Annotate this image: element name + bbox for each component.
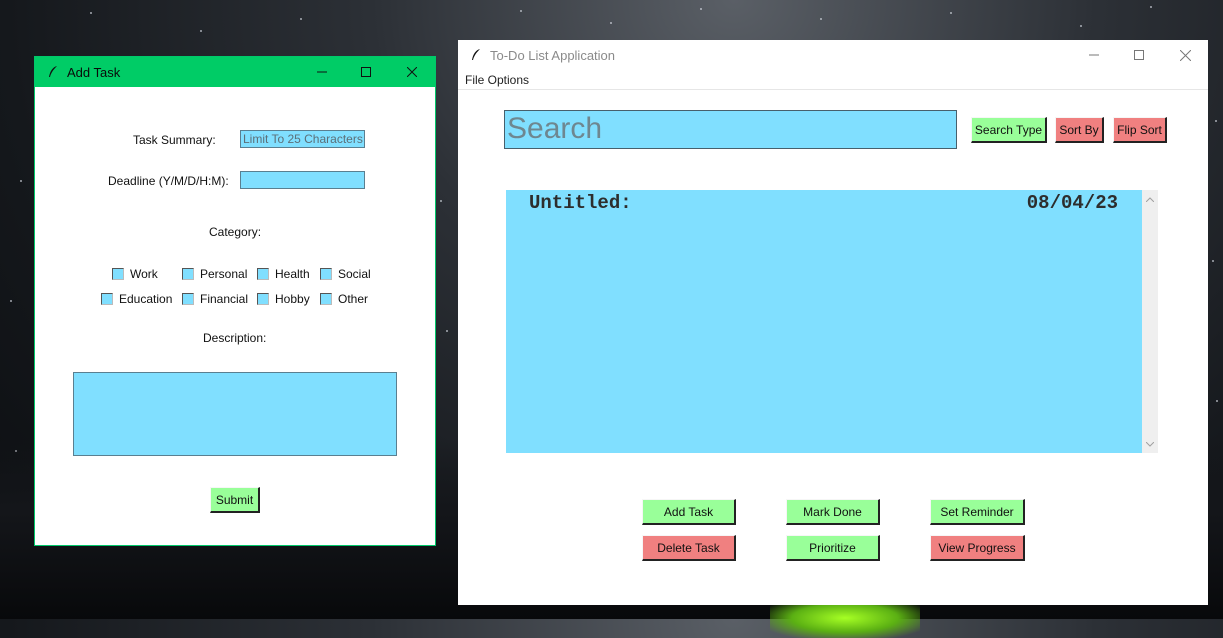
scroll-up-icon [1146, 196, 1154, 202]
task-name: Untitled: [529, 192, 632, 214]
submit-button[interactable]: Submit [210, 487, 260, 513]
task-summary-label: Task Summary: [133, 133, 216, 147]
description-textarea[interactable] [73, 372, 397, 456]
add-task-button[interactable]: Add Task [642, 499, 736, 525]
main-titlebar[interactable]: To-Do List Application [458, 40, 1208, 70]
minimize-button[interactable] [1071, 40, 1117, 70]
task-list-scrollbar[interactable] [1142, 190, 1158, 453]
close-button[interactable] [1162, 40, 1208, 70]
category-checkbox-personal[interactable]: Personal [182, 267, 247, 281]
add-task-titlebar[interactable]: Add Task [35, 57, 435, 87]
category-label: Category: [209, 225, 262, 239]
task-summary-input[interactable]: Limit To 25 Characters [240, 130, 365, 148]
scroll-down-icon [1146, 441, 1154, 447]
category-checkbox-other[interactable]: Other [320, 292, 368, 306]
feather-icon [49, 66, 57, 77]
category-checkbox-health[interactable]: Health [257, 267, 310, 281]
task-date: 08/04/23 [1026, 192, 1118, 214]
close-icon [1179, 49, 1191, 61]
scroll-down-button[interactable] [1142, 437, 1158, 451]
category-checkbox-social[interactable]: Social [320, 267, 371, 281]
minimize-button[interactable] [299, 57, 345, 87]
add-task-title: Add Task [67, 64, 121, 80]
maximize-button[interactable] [343, 57, 389, 87]
minimize-icon [317, 71, 327, 73]
deadline-label: Deadline (Y/M/D/H:M): [108, 174, 229, 188]
feather-icon [472, 49, 480, 60]
maximize-icon [1134, 50, 1144, 60]
set-reminder-button[interactable]: Set Reminder [930, 499, 1025, 525]
category-checkbox-education[interactable]: Education [101, 292, 172, 306]
minimize-icon [1089, 54, 1099, 56]
category-checkbox-hobby[interactable]: Hobby [257, 292, 310, 306]
view-progress-button[interactable]: View Progress [930, 535, 1025, 561]
menu-file-options[interactable]: File Options [465, 73, 529, 87]
task-row[interactable]: Untitled: 08/04/23 [529, 192, 1118, 214]
menu-bar: File Options [458, 70, 1208, 90]
close-icon [407, 67, 417, 77]
add-task-window: Add Task Task Summary: Limit To 25 Chara… [34, 56, 436, 546]
close-button[interactable] [389, 57, 435, 87]
flip-sort-button[interactable]: Flip Sort [1113, 117, 1167, 143]
delete-task-button[interactable]: Delete Task [642, 535, 736, 561]
search-type-button[interactable]: Search Type [971, 117, 1047, 143]
category-checkbox-work[interactable]: Work [112, 267, 158, 281]
category-checkbox-financial[interactable]: Financial [182, 292, 248, 306]
maximize-button[interactable] [1116, 40, 1162, 70]
maximize-icon [361, 67, 371, 77]
search-input[interactable]: Search [504, 110, 957, 149]
main-title: To-Do List Application [490, 47, 616, 63]
todo-main-window: To-Do List Application File Options Sear… [458, 40, 1208, 605]
prioritize-button[interactable]: Prioritize [786, 535, 880, 561]
task-listbox[interactable]: Untitled: 08/04/23 [506, 190, 1142, 453]
description-label: Description: [203, 331, 267, 345]
scroll-up-button[interactable] [1142, 192, 1158, 206]
deadline-input[interactable] [240, 171, 365, 189]
sort-by-button[interactable]: Sort By [1055, 117, 1104, 143]
mark-done-button[interactable]: Mark Done [786, 499, 880, 525]
